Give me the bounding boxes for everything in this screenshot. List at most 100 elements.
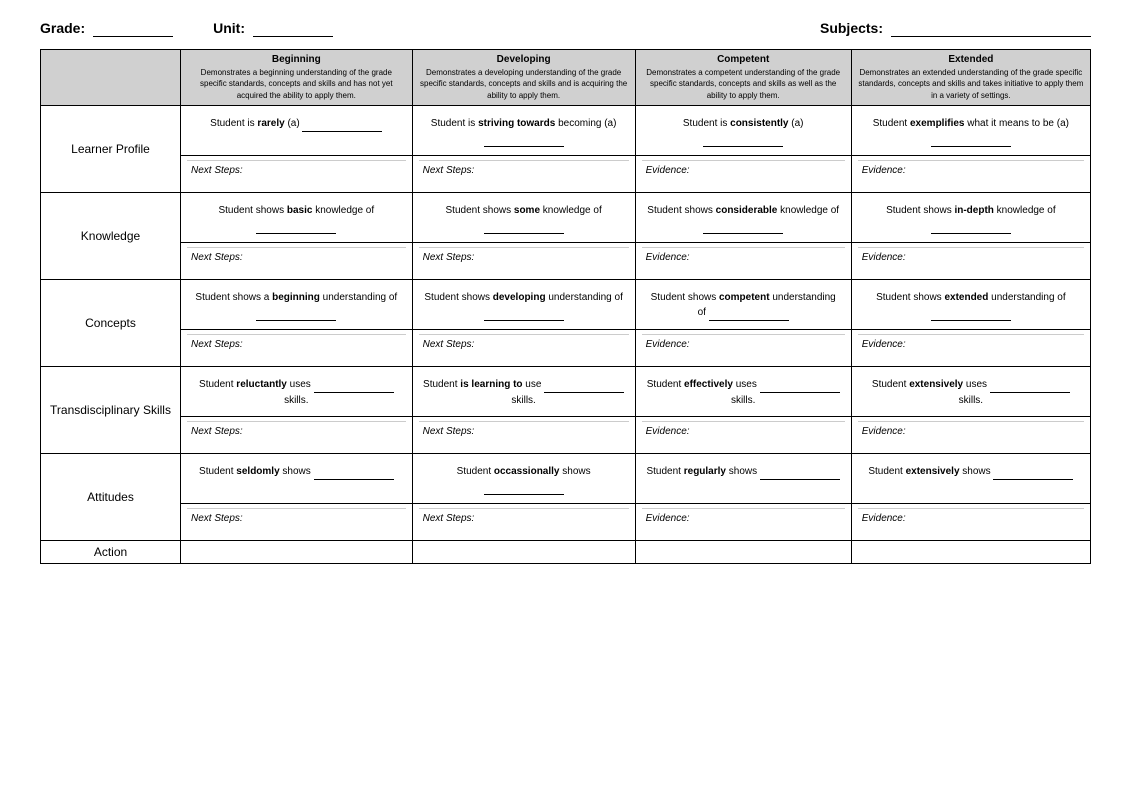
row-label-action: Action bbox=[41, 541, 181, 564]
notes-cell-4-0: Next Steps: bbox=[181, 504, 413, 541]
cell-content-1-0: Student shows basic knowledge of bbox=[181, 193, 413, 243]
cell-text: Student extensively shows bbox=[858, 458, 1084, 484]
subjects-value bbox=[891, 20, 1091, 37]
notes-label: Next Steps: bbox=[187, 247, 406, 275]
notes-label: Evidence: bbox=[642, 508, 845, 536]
table-row: Transdisciplinary SkillsStudent reluctan… bbox=[41, 367, 1091, 417]
cell-content-1-1: Student shows some knowledge of bbox=[412, 193, 635, 243]
cell-text: Student shows a beginning understanding … bbox=[187, 284, 406, 325]
notes-label: Evidence: bbox=[858, 247, 1084, 275]
row-label-concepts: Concepts bbox=[41, 280, 181, 367]
cell-content-2-3: Student shows extended understanding of bbox=[851, 280, 1090, 330]
notes-cell-0-2: Evidence: bbox=[635, 156, 851, 193]
notes-label: Evidence: bbox=[642, 160, 845, 188]
cell-text bbox=[419, 545, 629, 555]
cell-content-0-2: Student is consistently (a) bbox=[635, 106, 851, 156]
cell-text: Student reluctantly uses skills. bbox=[187, 371, 406, 412]
unit-field: Unit: bbox=[213, 20, 333, 37]
notes-label: Evidence: bbox=[858, 421, 1084, 449]
notes-cell-0-3: Evidence: bbox=[851, 156, 1090, 193]
cell-text: Student is learning to use skills. bbox=[419, 371, 629, 412]
cell-text bbox=[187, 545, 406, 555]
notes-label: Evidence: bbox=[642, 247, 845, 275]
notes-label: Evidence: bbox=[858, 160, 1084, 188]
notes-cell-0-0: Next Steps: bbox=[181, 156, 413, 193]
cell-text: Student shows developing understanding o… bbox=[419, 284, 629, 325]
row-label-transdisciplinary-skills: Transdisciplinary Skills bbox=[41, 367, 181, 454]
cell-text: Student effectively uses skills. bbox=[642, 371, 845, 412]
notes-label: Next Steps: bbox=[187, 421, 406, 449]
notes-cell-0-1: Next Steps: bbox=[412, 156, 635, 193]
cell-text bbox=[858, 545, 1084, 555]
cell-content-5-1 bbox=[412, 541, 635, 564]
cell-text: Student shows competent understanding of bbox=[642, 284, 845, 325]
cell-text: Student shows in-depth knowledge of bbox=[858, 197, 1084, 238]
cell-content-2-2: Student shows competent understanding of bbox=[635, 280, 851, 330]
row-label-attitudes: Attitudes bbox=[41, 454, 181, 541]
cell-content-2-0: Student shows a beginning understanding … bbox=[181, 280, 413, 330]
cell-text: Student is rarely (a) bbox=[187, 110, 406, 136]
notes-cell-2-3: Evidence: bbox=[851, 330, 1090, 367]
subjects-field: Subjects: bbox=[820, 20, 1091, 37]
page-header: Grade: Unit: Subjects: bbox=[40, 20, 1091, 37]
cell-content-2-1: Student shows developing understanding o… bbox=[412, 280, 635, 330]
grade-label: Grade: bbox=[40, 20, 85, 36]
table-row: Action bbox=[41, 541, 1091, 564]
row-label-knowledge: Knowledge bbox=[41, 193, 181, 280]
cell-content-5-2 bbox=[635, 541, 851, 564]
cell-text: Student occassionally shows bbox=[419, 458, 629, 499]
cell-text: Student seldomly shows bbox=[187, 458, 406, 484]
cell-content-5-0 bbox=[181, 541, 413, 564]
cell-content-3-0: Student reluctantly uses skills. bbox=[181, 367, 413, 417]
cell-content-4-3: Student extensively shows bbox=[851, 454, 1090, 504]
grade-field: Grade: bbox=[40, 20, 173, 37]
cell-text: Student is consistently (a) bbox=[642, 110, 845, 151]
col-header-beginning: BeginningDemonstrates a beginning unders… bbox=[181, 50, 413, 106]
col-header-developing: DevelopingDemonstrates a developing unde… bbox=[412, 50, 635, 106]
table-row: AttitudesStudent seldomly shows Student … bbox=[41, 454, 1091, 504]
unit-label: Unit: bbox=[213, 20, 245, 36]
notes-cell-4-2: Evidence: bbox=[635, 504, 851, 541]
notes-cell-4-1: Next Steps: bbox=[412, 504, 635, 541]
notes-label: Next Steps: bbox=[419, 421, 629, 449]
notes-cell-1-2: Evidence: bbox=[635, 243, 851, 280]
cell-content-1-3: Student shows in-depth knowledge of bbox=[851, 193, 1090, 243]
notes-row: Next Steps: Next Steps: Evidence: Evidence: bbox=[41, 243, 1091, 280]
cell-text: Student shows considerable knowledge of bbox=[642, 197, 845, 238]
row-label-learner-profile: Learner Profile bbox=[41, 106, 181, 193]
notes-row: Next Steps:Next Steps:Evidence:Evidence: bbox=[41, 417, 1091, 454]
notes-label: Next Steps: bbox=[187, 508, 406, 536]
notes-cell-1-1: Next Steps: bbox=[412, 243, 635, 280]
cell-content-0-1: Student is striving towards becoming (a) bbox=[412, 106, 635, 156]
notes-cell-3-3: Evidence: bbox=[851, 417, 1090, 454]
notes-label: Evidence: bbox=[858, 334, 1084, 362]
cell-text: Student shows basic knowledge of bbox=[187, 197, 406, 238]
cell-text: Student extensively uses skills. bbox=[858, 371, 1084, 412]
notes-cell-2-0: Next Steps: bbox=[181, 330, 413, 367]
notes-label: Evidence: bbox=[642, 334, 845, 362]
cell-text: Student is striving towards becoming (a) bbox=[419, 110, 629, 151]
subjects-label: Subjects: bbox=[820, 20, 883, 36]
notes-label: Evidence: bbox=[858, 508, 1084, 536]
notes-label: Next Steps: bbox=[419, 247, 629, 275]
cell-text bbox=[642, 545, 845, 555]
cell-content-0-3: Student exemplifies what it means to be … bbox=[851, 106, 1090, 156]
unit-value bbox=[253, 20, 333, 37]
cell-content-5-3 bbox=[851, 541, 1090, 564]
cell-content-4-0: Student seldomly shows bbox=[181, 454, 413, 504]
notes-cell-3-2: Evidence: bbox=[635, 417, 851, 454]
notes-label: Next Steps: bbox=[419, 160, 629, 188]
notes-label: Next Steps: bbox=[187, 334, 406, 362]
rubric-table: BeginningDemonstrates a beginning unders… bbox=[40, 49, 1091, 564]
col-header-competent: CompetentDemonstrates a competent unders… bbox=[635, 50, 851, 106]
cell-text: Student regularly shows bbox=[642, 458, 845, 484]
grade-value bbox=[93, 20, 173, 37]
notes-row: Next Steps:Next Steps:Evidence:Evidence: bbox=[41, 330, 1091, 367]
notes-cell-1-3: Evidence: bbox=[851, 243, 1090, 280]
notes-label: Next Steps: bbox=[419, 508, 629, 536]
cell-text: Student shows some knowledge of bbox=[419, 197, 629, 238]
notes-cell-3-1: Next Steps: bbox=[412, 417, 635, 454]
table-row: ConceptsStudent shows a beginning unders… bbox=[41, 280, 1091, 330]
cell-content-4-2: Student regularly shows bbox=[635, 454, 851, 504]
notes-cell-4-3: Evidence: bbox=[851, 504, 1090, 541]
